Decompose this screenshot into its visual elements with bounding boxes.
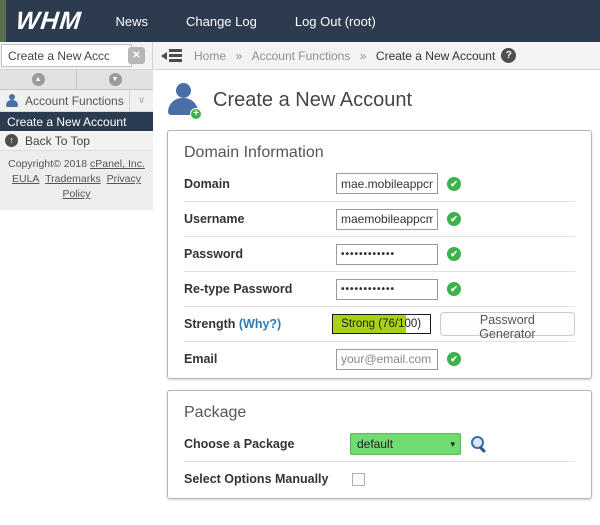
search-box: ✕ (1, 44, 150, 67)
form-row-retype-password: Re-type Password ✔ (184, 271, 575, 306)
cpanel-link[interactable]: cPanel, Inc. (90, 158, 145, 170)
strength-label: Strength (Why?) (184, 317, 332, 331)
package-heading: Package (184, 404, 575, 422)
username-label: Username (184, 212, 336, 226)
sidebar-item-create-new-account[interactable]: Create a New Account (0, 112, 153, 131)
search-input[interactable] (1, 44, 132, 67)
nav-link-changelog[interactable]: Change Log (186, 14, 257, 29)
form-row-choose-package: Choose a Package default ▾ (184, 426, 575, 461)
form-row-password: Password ✔ (184, 236, 575, 271)
toolbar-row: ✕ Home » Account Functions » Create a Ne… (0, 42, 600, 70)
help-icon[interactable]: ? (501, 48, 516, 63)
scroll-up-button[interactable]: ▲ (0, 70, 77, 89)
copyright-text: Copyright© 2018 (8, 158, 90, 170)
breadcrumb-separator: » (360, 49, 367, 63)
body-row: ▲ ▼ Account Functions ∨ Create a New Acc… (0, 70, 600, 525)
search-clear-icon[interactable]: ✕ (128, 47, 145, 64)
sidebar-search-area: ✕ (0, 42, 153, 70)
strength-text: Strong (76/100) (333, 315, 430, 333)
breadcrumb-bar: Home » Account Functions » Create a New … (153, 42, 600, 70)
package-section: Package Choose a Package default ▾ Selec… (167, 390, 592, 499)
domain-information-heading: Domain Information (184, 144, 575, 162)
scroll-down-button[interactable]: ▼ (77, 70, 153, 89)
user-icon (6, 94, 18, 107)
sidebar-section-account-functions[interactable]: Account Functions ∨ (0, 90, 153, 112)
form-row-select-options-manually: Select Options Manually (184, 461, 575, 496)
nav-link-logout[interactable]: Log Out (root) (295, 14, 376, 29)
valid-check-icon: ✔ (447, 282, 461, 296)
collapse-arrow-icon (161, 52, 167, 60)
sidebar-collapse-icon[interactable] (161, 49, 182, 62)
whm-logo: WHM (14, 7, 83, 36)
nav-link-news[interactable]: News (115, 14, 148, 29)
navbar-links: News Change Log Log Out (root) (115, 14, 375, 29)
sidebar: ▲ ▼ Account Functions ∨ Create a New Acc… (0, 70, 153, 525)
domain-information-section: Domain Information Domain ✔ Username ✔ P… (167, 130, 592, 379)
back-to-top-label: Back To Top (25, 134, 90, 148)
retype-password-label: Re-type Password (184, 282, 336, 296)
page-title: Create a New Account (213, 89, 412, 112)
arrow-up-icon: ↑ (5, 134, 18, 147)
whm-app: WHM News Change Log Log Out (root) ✕ Hom… (0, 0, 600, 525)
page-header: + Create a New Account (168, 83, 600, 117)
form-row-email: Email ✔ (184, 341, 575, 376)
strength-meter: Strong (76/100) (332, 314, 431, 334)
valid-check-icon: ✔ (447, 247, 461, 261)
form-row-username: Username ✔ (184, 201, 575, 236)
select-options-manually-label: Select Options Manually (184, 472, 350, 486)
breadcrumb-account-functions[interactable]: Account Functions (252, 49, 351, 63)
trademarks-link[interactable]: Trademarks (45, 173, 101, 185)
sidebar-nav-buttons: ▲ ▼ (0, 70, 153, 90)
domain-label: Domain (184, 177, 336, 191)
breadcrumb-current: Create a New Account (376, 49, 495, 63)
password-generator-button[interactable]: Password Generator (440, 312, 575, 336)
chevron-up-icon: ▲ (32, 73, 45, 86)
section-chevron-down-icon[interactable]: ∨ (129, 90, 153, 112)
search-package-icon[interactable] (470, 435, 487, 452)
select-options-manually-checkbox[interactable] (352, 473, 365, 486)
sidebar-item-label: Create a New Account (7, 115, 126, 129)
main-content: + Create a New Account Domain Informatio… (153, 70, 600, 525)
chevron-down-icon: ▼ (109, 73, 122, 86)
email-label: Email (184, 352, 336, 366)
sidebar-footer: Copyright© 2018 cPanel, Inc. EULA Tradem… (0, 151, 153, 210)
email-input[interactable] (336, 349, 438, 370)
plus-badge-icon: + (190, 108, 202, 120)
select-arrow-icon: ▾ (450, 434, 455, 455)
back-to-top-button[interactable]: ↑ Back To Top (0, 131, 153, 151)
form-row-domain: Domain ✔ (184, 166, 575, 201)
create-account-user-icon: + (168, 83, 200, 117)
package-select-value: default (357, 437, 393, 451)
breadcrumb: Home » Account Functions » Create a New … (194, 47, 495, 65)
username-input[interactable] (336, 209, 438, 230)
retype-password-input[interactable] (336, 279, 438, 300)
domain-input[interactable] (336, 173, 438, 194)
valid-check-icon: ✔ (447, 212, 461, 226)
choose-package-label: Choose a Package (184, 437, 350, 451)
package-select[interactable]: default ▾ (350, 433, 461, 455)
navbar-accent-strip (0, 0, 6, 42)
sidebar-section-label: Account Functions (25, 94, 129, 108)
password-label: Password (184, 247, 336, 261)
breadcrumb-home[interactable]: Home (194, 49, 226, 63)
form-row-strength: Strength (Why?) Strong (76/100) Password… (184, 306, 575, 341)
why-link[interactable]: (Why?) (239, 317, 281, 331)
valid-check-icon: ✔ (447, 177, 461, 191)
password-input[interactable] (336, 244, 438, 265)
valid-check-icon: ✔ (447, 352, 461, 366)
top-navbar: WHM News Change Log Log Out (root) (0, 0, 600, 42)
hamburger-icon (169, 49, 182, 62)
eula-link[interactable]: EULA (12, 173, 39, 185)
breadcrumb-separator: » (235, 49, 242, 63)
